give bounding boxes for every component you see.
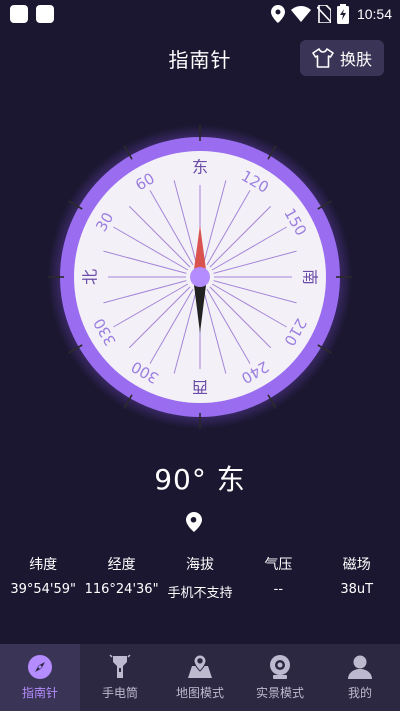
app-icon [10, 5, 28, 23]
info-value: 手机不支持 [167, 586, 233, 601]
app-icon [36, 5, 54, 23]
status-bar: 10:54 [0, 0, 400, 30]
nav-label: 实景模式 [255, 686, 304, 700]
status-time: 10:54 [356, 6, 392, 22]
user-icon [348, 655, 372, 679]
shirt-icon [312, 48, 334, 68]
nav-item-map[interactable]: 地图模式 [160, 644, 240, 711]
no-sim-icon [316, 5, 331, 23]
cardinal-east: 东 [192, 158, 208, 177]
nav-label: 我的 [347, 686, 372, 700]
flashlight-icon [109, 654, 131, 678]
info-value: 39°54'59" [10, 582, 77, 597]
nav-item-flashlight[interactable]: 手电筒 [80, 644, 160, 711]
location-pin-icon [186, 512, 202, 532]
info-value: 116°24'36" [84, 582, 159, 597]
needle-pivot [190, 267, 210, 287]
cardinal-north: 北 [81, 269, 100, 285]
nav-item-compass[interactable]: 指南针 [0, 644, 80, 711]
heading-readout: 90° 东 [0, 458, 400, 498]
info-label: 气压 [264, 557, 293, 573]
nav-item-camera[interactable]: 实景模式 [240, 644, 320, 711]
cardinal-south: 南 [301, 269, 320, 285]
heading-degrees: 90° [154, 463, 207, 496]
info-pressure: 气压 -- [239, 554, 317, 601]
info-label: 纬度 [29, 557, 58, 573]
nav-label: 指南针 [21, 686, 58, 700]
skin-button[interactable]: 换肤 [300, 40, 384, 76]
nav-label: 手电筒 [101, 686, 138, 700]
status-left [10, 5, 54, 23]
camera-icon [270, 655, 290, 679]
compass: 北东南西 30 60 120 150 210 240 300 330 [48, 125, 352, 429]
info-value: -- [273, 582, 284, 597]
info-label: 海拔 [185, 557, 214, 573]
info-longitude: 经度 116°24'36" [83, 554, 161, 601]
cardinal-west: 西 [192, 378, 208, 397]
location-icon [270, 5, 285, 23]
info-label: 磁场 [342, 557, 371, 573]
wifi-icon [290, 6, 311, 22]
battery-icon [336, 4, 349, 24]
sensor-info-row: 纬度 39°54'59" 经度 116°24'36" 海拔 手机不支持 气压 -… [0, 554, 400, 601]
info-value: 38uT [340, 582, 374, 597]
info-latitude: 纬度 39°54'59" [4, 554, 82, 601]
info-label: 经度 [107, 557, 136, 573]
bottom-nav: 指南针 手电筒 地图模式 实景模式 我的 [0, 644, 400, 711]
heading-direction: 东 [216, 463, 246, 496]
map-icon [188, 654, 212, 678]
status-right: 10:54 [270, 4, 392, 24]
compass-icon [28, 655, 52, 679]
nav-label: 地图模式 [175, 686, 224, 700]
info-altitude: 海拔 手机不支持 [161, 554, 239, 601]
skin-button-label: 换肤 [339, 50, 372, 69]
nav-item-profile[interactable]: 我的 [320, 644, 400, 711]
compass-dial: 北东南西3060 120150210240300330 [48, 125, 352, 429]
info-magnetic-field: 磁场 38uT [318, 554, 396, 601]
